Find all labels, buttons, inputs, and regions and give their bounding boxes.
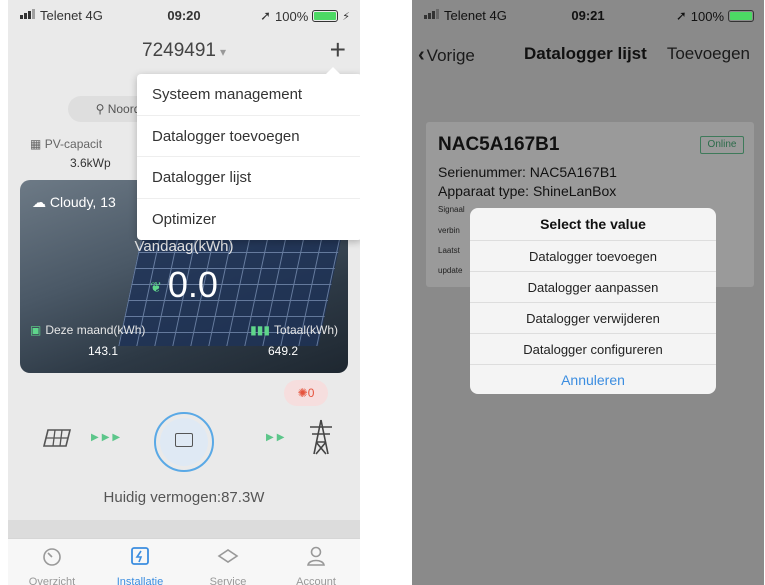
last-line: Laatst	[438, 246, 460, 255]
month-energy-value: 143.1	[88, 344, 119, 358]
current-power: Huidig vermogen:87.3W	[103, 489, 265, 506]
back-button[interactable]: ‹ Vorige	[418, 44, 475, 67]
tab-bar: Overzicht Installatie Service Account	[8, 538, 360, 585]
plus-dropdown-menu: Systeem management Datalogger toevoegen …	[137, 67, 360, 241]
location-arrow-icon: ➚	[675, 8, 687, 23]
option-datalogger-configureren[interactable]: Datalogger configureren	[470, 333, 716, 364]
cloud-icon: ☁	[32, 194, 46, 210]
battery-icon	[312, 10, 339, 22]
serial-number-line: Serienummer: NAC5A167B1	[438, 164, 617, 180]
tab-overzicht[interactable]: Overzicht	[8, 539, 96, 585]
dialog-title: Select the value	[540, 216, 646, 232]
alarm-icon: ✺	[297, 386, 308, 400]
battery-indicator: ➚ 100%	[676, 8, 754, 24]
pv-capacity-value: 3.6kWp	[70, 156, 111, 170]
battery-indicator: ➚ 100% ⚡	[260, 8, 350, 24]
month-energy-label: ▣ Deze maand(kWh)	[30, 323, 146, 337]
today-energy-label: Vandaag(kWh)	[134, 238, 234, 255]
total-energy-value: 649.2	[267, 344, 298, 358]
location-arrow-icon: ➚	[260, 8, 272, 23]
status-badge: Online	[700, 136, 744, 154]
tab-installatie[interactable]: Installatie	[96, 539, 184, 585]
menu-item-datalogger-toevoegen[interactable]: Datalogger toevoegen	[137, 116, 360, 157]
leaf-icon: ❦	[150, 278, 162, 295]
plant-id: 7249491	[142, 40, 216, 61]
connection-line: verbin	[438, 226, 460, 235]
add-button[interactable]: +	[330, 34, 346, 66]
tab-account[interactable]: Account	[272, 539, 360, 585]
charging-icon: ⚡	[342, 10, 350, 23]
tab-service[interactable]: Service	[184, 539, 272, 585]
menu-item-datalogger-lijst[interactable]: Datalogger lijst	[137, 157, 360, 199]
inverter-icon	[175, 433, 193, 447]
flow-arrows-icon: ▶▶▶	[91, 432, 124, 443]
pv-capacity-label: ▦ PV-capacit	[30, 137, 103, 151]
status-bar: Telenet 4G 09:20 ➚ 100% ⚡	[8, 0, 360, 30]
nav-bar: ‹ Vorige Datalogger lijst Toevoegen	[412, 30, 764, 80]
signal-line: Signaal	[438, 205, 465, 214]
device-type-line: Apparaat type: ShineLanBox	[438, 183, 617, 199]
update-line: update	[438, 266, 463, 275]
add-datalogger-button[interactable]: Toevoegen	[667, 44, 750, 64]
page-title: Datalogger lijst	[524, 44, 647, 63]
menu-item-optimizer[interactable]: Optimizer	[137, 199, 360, 241]
option-datalogger-aanpassen[interactable]: Datalogger aanpassen	[470, 271, 716, 302]
inverter-button[interactable]	[154, 412, 214, 472]
option-datalogger-toevoegen[interactable]: Datalogger toevoegen	[470, 240, 716, 271]
menu-item-systeem-management[interactable]: Systeem management	[137, 74, 360, 116]
calendar-icon: ▣	[30, 323, 42, 337]
flow-arrows-icon: ▶▶	[266, 432, 288, 443]
battery-percent: 100%	[275, 8, 309, 24]
right-screen: Telenet 4G 09:21 ➚ 100% ‹ Vorige Datalogg…	[412, 0, 764, 585]
location-label: Noord	[107, 102, 141, 116]
chevron-left-icon: ‹	[418, 44, 425, 66]
grid-tower-icon	[310, 419, 332, 455]
dashboard-icon	[43, 548, 61, 566]
bar-chart-icon: ▮▮▮	[250, 323, 270, 337]
today-energy-value: ❦ 0.0	[150, 264, 218, 305]
location-pin-icon: ⚲	[95, 102, 105, 116]
datalogger-serial-title: NAC5A167B1	[438, 134, 560, 155]
status-bar: Telenet 4G 09:21 ➚ 100%	[412, 0, 764, 30]
service-icon	[217, 549, 239, 563]
plant-header: 7249491 ▾ +	[8, 30, 360, 70]
battery-icon	[728, 10, 754, 22]
total-energy-label: ▮▮▮ Totaal(kWh)	[250, 323, 338, 337]
weather-label: ☁ Cloudy, 13	[32, 194, 116, 210]
battery-percent: 100%	[690, 8, 724, 24]
option-datalogger-verwijderen[interactable]: Datalogger verwijderen	[470, 302, 716, 333]
divider	[8, 520, 360, 538]
select-value-dialog: Select the value Datalogger toevoegen Da…	[470, 208, 716, 394]
solar-array-icon	[42, 429, 72, 447]
solar-panel-icon: ▦	[30, 137, 42, 151]
cancel-button[interactable]: Annuleren	[470, 364, 716, 394]
chevron-down-icon: ▾	[219, 45, 226, 59]
left-screen: Telenet 4G 09:20 ➚ 100% ⚡ 7249491 ▾ + ⚲ N…	[8, 0, 360, 585]
installation-icon	[131, 547, 149, 565]
plant-selector[interactable]: 7249491 ▾	[8, 40, 360, 62]
alarm-badge[interactable]: ✺0	[284, 380, 328, 406]
account-icon	[307, 546, 325, 566]
